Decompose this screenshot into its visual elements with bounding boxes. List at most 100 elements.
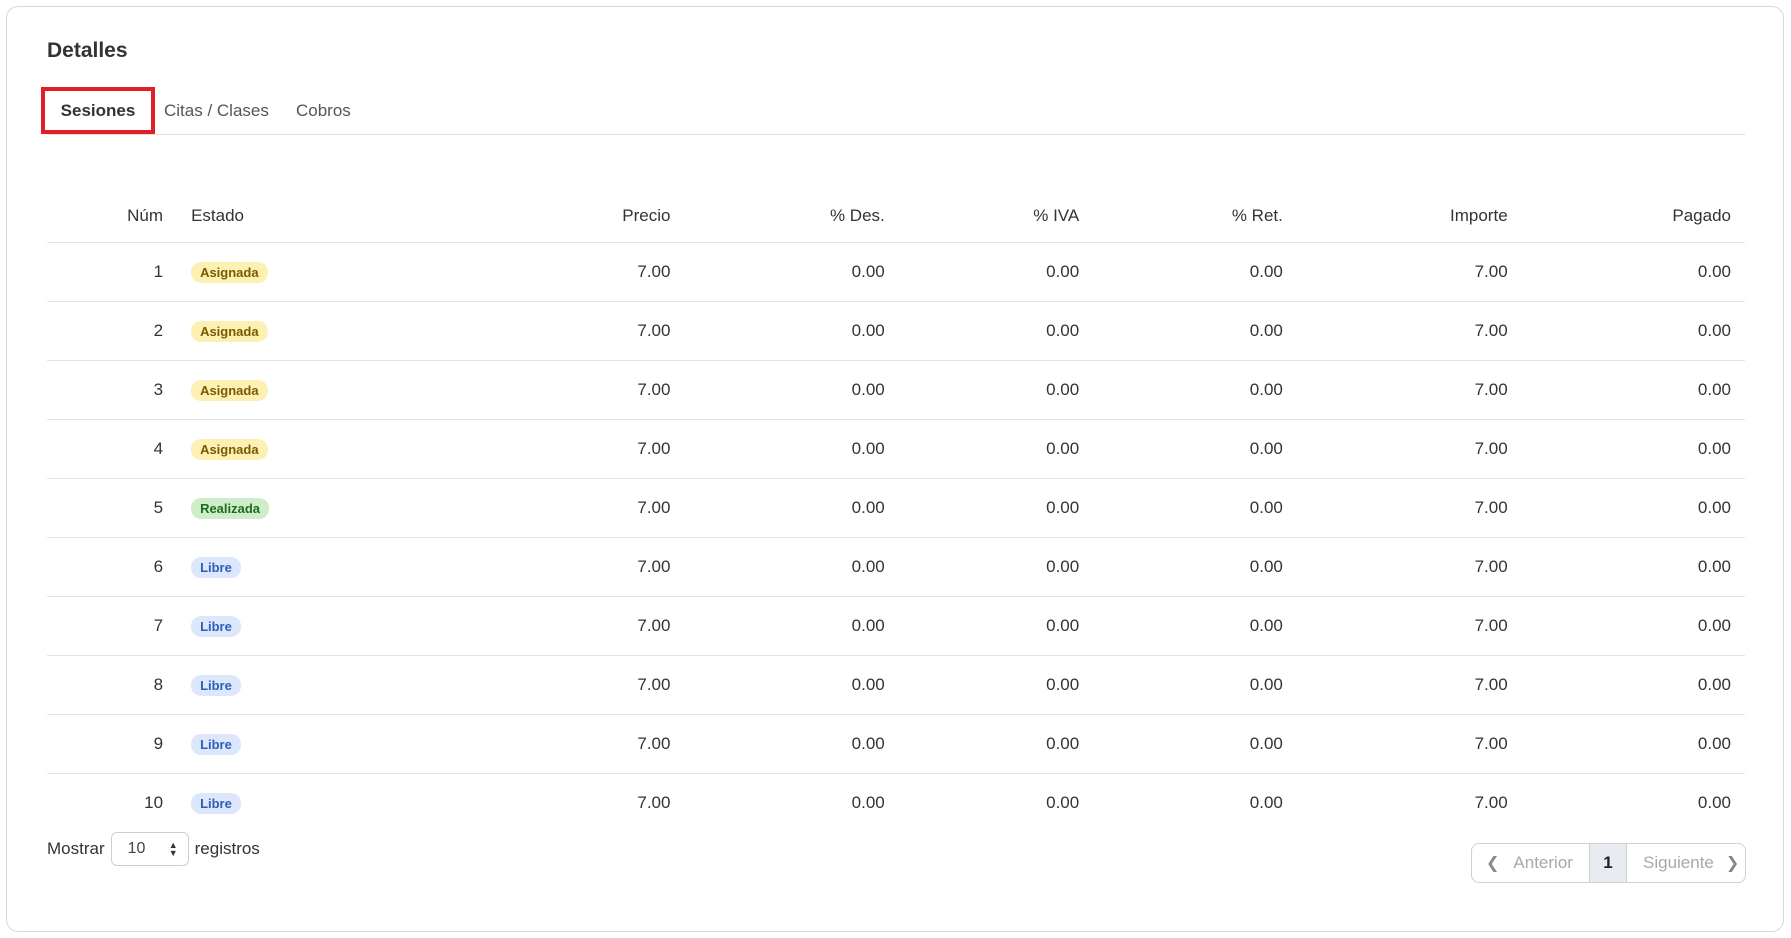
cell-precio: 7.00 — [454, 419, 685, 479]
cell-importe: 7.00 — [1296, 596, 1522, 656]
cell-retencion: 0.00 — [1093, 596, 1297, 656]
header-iva: % IVA — [898, 190, 1094, 243]
cell-retencion: 0.00 — [1093, 714, 1297, 774]
table-row: 4 Asignada 7.00 0.00 0.00 0.00 7.00 0.00 — [47, 419, 1745, 479]
cell-retencion: 0.00 — [1249, 793, 1283, 812]
cell-precio: 7.00 — [454, 360, 685, 420]
next-page-button[interactable]: Siguiente ❯ — [1627, 844, 1745, 882]
tab-sesiones[interactable]: Sesiones — [41, 87, 155, 134]
table-row: 2 Asignada 7.00 0.00 0.00 0.00 7.00 0.00 — [47, 301, 1745, 361]
cell-retencion: 0.00 — [1093, 655, 1297, 715]
cell-precio: 7.00 — [454, 301, 685, 361]
page-size-select[interactable]: 10 ▲ ▼ — [110, 832, 189, 866]
cell-precio: 7.00 — [454, 478, 685, 538]
cell-iva: 0.00 — [898, 537, 1094, 597]
cell-estado: Libre — [177, 655, 455, 715]
cell-precio: 7.00 — [454, 655, 685, 715]
table-body: 1 Asignada 7.00 0.00 0.00 0.00 7.00 0.00 2 Asigna… — [47, 242, 1745, 833]
cell-iva: 0.00 — [898, 301, 1094, 361]
table-header-row: Núm Estado Precio % Des. % IVA % Ret. Im… — [47, 190, 1745, 243]
chevron-left-icon: ❮ — [1486, 855, 1500, 872]
cell-descuento: 0.00 — [851, 793, 885, 812]
chevron-right-icon: ❯ — [1725, 855, 1740, 872]
page-1-button[interactable]: 1 — [1589, 844, 1627, 882]
table-row: 6 Libre 7.00 0.00 0.00 0.00 7.00 0.00 — [47, 537, 1745, 597]
table-row: 3 Asignada 7.00 0.00 0.00 0.00 7.00 0.00 — [47, 360, 1745, 420]
cell-importe: 7.00 — [1296, 301, 1522, 361]
sessions-table: Núm Estado Precio % Des. % IVA % Ret. Im… — [47, 190, 1745, 832]
page-size-value: 10 — [127, 840, 146, 857]
cell-pagado: 0.00 — [1521, 655, 1745, 715]
pagination: ❮ Anterior 1 Siguiente ❯ — [1471, 843, 1746, 883]
cell-pagado: 0.00 — [1521, 242, 1745, 302]
table-row: 9 Libre 7.00 0.00 0.00 0.00 7.00 0.00 — [47, 714, 1745, 774]
status-badge: Libre — [191, 556, 241, 578]
cell-pagado: 0.00 — [1521, 537, 1745, 597]
cell-pagado: 0.00 — [1521, 478, 1745, 538]
cell-pagado: 0.00 — [1521, 714, 1745, 774]
cell-estado: Asignada — [177, 301, 455, 361]
cell-descuento: 0.00 — [684, 655, 899, 715]
cell-retencion: 0.00 — [1093, 537, 1297, 597]
prev-page-label: Anterior — [1513, 853, 1573, 872]
prev-page-button[interactable]: ❮ Anterior — [1472, 844, 1589, 882]
header-pagado: Pagado — [1521, 190, 1745, 243]
cell-descuento: 0.00 — [684, 419, 899, 479]
cell-importe: 7.00 — [1296, 242, 1522, 302]
status-badge: Libre — [191, 733, 241, 755]
cell-iva: 0.00 — [898, 242, 1094, 302]
header-descuento: % Des. — [684, 190, 899, 243]
cell-estado: Asignada — [177, 360, 455, 420]
cell-iva: 0.00 — [898, 478, 1094, 538]
cell-descuento: 0.00 — [684, 478, 899, 538]
cell-iva: 0.00 — [1046, 793, 1080, 812]
table-row: 10 Libre 7.00 0.00 0.00 0.00 7.00 0.00 — [47, 774, 1745, 833]
status-badge: Asignada — [191, 379, 268, 401]
cell-num: 2 — [47, 301, 178, 361]
tab-citas-clases[interactable]: Citas / Clases — [164, 87, 269, 134]
cell-iva: 0.00 — [898, 596, 1094, 656]
cell-pagado: 0.00 — [1521, 360, 1745, 420]
select-arrows-icon: ▲ ▼ — [168, 840, 178, 858]
records-label: registros — [194, 839, 260, 858]
cell-precio: 7.00 — [637, 793, 671, 812]
cell-num: 5 — [47, 478, 178, 538]
show-label: Mostrar — [47, 839, 105, 858]
cell-pagado: 0.00 — [1521, 301, 1745, 361]
cell-retencion: 0.00 — [1093, 301, 1297, 361]
cell-importe: 7.00 — [1296, 537, 1522, 597]
header-estado: Estado — [177, 190, 455, 243]
header-num: Núm — [47, 190, 178, 243]
status-badge: Asignada — [191, 438, 268, 460]
cell-descuento: 0.00 — [684, 537, 899, 597]
cell-descuento: 0.00 — [684, 596, 899, 656]
card-title: Detalles — [47, 39, 128, 62]
cell-num: 3 — [47, 360, 178, 420]
cell-retencion: 0.00 — [1093, 242, 1297, 302]
table-row: 5 Realizada 7.00 0.00 0.00 0.00 7.00 0.00 — [47, 478, 1745, 538]
cell-iva: 0.00 — [898, 419, 1094, 479]
page-size-control: Mostrar 10 ▲ ▼ registros — [47, 832, 260, 866]
cell-precio: 7.00 — [454, 596, 685, 656]
cell-importe: 7.00 — [1296, 360, 1522, 420]
cell-num: 10 — [144, 793, 164, 812]
status-badge: Realizada — [191, 497, 270, 519]
cell-retencion: 0.00 — [1093, 360, 1297, 420]
cell-importe: 7.00 — [1296, 419, 1522, 479]
cell-num: 9 — [47, 714, 178, 774]
cell-precio: 7.00 — [454, 714, 685, 774]
cell-descuento: 0.00 — [684, 242, 899, 302]
table-row: 1 Asignada 7.00 0.00 0.00 0.00 7.00 0.00 — [47, 242, 1745, 302]
cell-descuento: 0.00 — [684, 360, 899, 420]
header-precio: Precio — [454, 190, 685, 243]
cell-descuento: 0.00 — [684, 714, 899, 774]
table-row: 7 Libre 7.00 0.00 0.00 0.00 7.00 0.00 — [47, 596, 1745, 656]
cell-importe: 7.00 — [1296, 655, 1522, 715]
cell-num: 6 — [47, 537, 178, 597]
status-badge: Asignada — [191, 261, 268, 283]
cell-num: 8 — [47, 655, 178, 715]
cell-estado: Libre — [177, 774, 454, 833]
cell-num: 1 — [47, 242, 178, 302]
tab-cobros[interactable]: Cobros — [296, 87, 351, 134]
cell-num: 7 — [47, 596, 178, 656]
